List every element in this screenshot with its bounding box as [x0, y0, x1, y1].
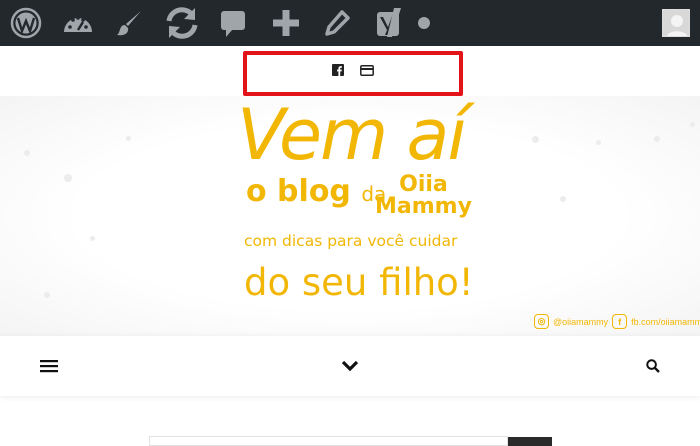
- brand-name: Oiia Mammy: [375, 172, 472, 219]
- wordpress-logo-icon[interactable]: [8, 0, 44, 46]
- updates-icon[interactable]: [162, 0, 202, 46]
- credit-card-icon[interactable]: [360, 63, 374, 81]
- instagram-handle: @oiiamammy: [553, 316, 609, 327]
- new-content-plus-icon[interactable]: [268, 0, 304, 46]
- facebook-small-icon: f: [612, 314, 628, 329]
- banner-credits: ◎ @oiiamammy f fb.com/oiiamammy: [534, 314, 700, 329]
- hamburger-menu-icon[interactable]: [36, 336, 62, 396]
- search-icon[interactable]: [640, 336, 666, 396]
- admin-toolbar: [0, 0, 700, 46]
- user-avatar[interactable]: [661, 0, 691, 46]
- dashboard-icon[interactable]: [60, 0, 96, 46]
- banner-line-child: do seu filho!: [244, 261, 474, 304]
- facebook-handle: fb.com/oiiamammy: [631, 316, 700, 327]
- banner-headline: Vem aí: [237, 96, 467, 176]
- search-input[interactable]: [149, 436, 508, 446]
- main-navigation: [0, 336, 700, 396]
- status-dot-icon[interactable]: [414, 0, 434, 46]
- banner-line-tips: com dicas para você cuidar: [244, 232, 458, 250]
- social-links-highlight: [243, 51, 463, 96]
- header-banner: Vem aí o blog da Oiia Mammy com dicas pa…: [0, 96, 700, 336]
- comments-icon[interactable]: [218, 0, 248, 46]
- yoast-seo-icon[interactable]: [372, 0, 408, 46]
- edit-pencil-icon[interactable]: [322, 0, 352, 46]
- search-form: [149, 436, 553, 446]
- banner-line-blog: o blog da: [246, 174, 387, 209]
- customize-brush-icon[interactable]: [113, 0, 147, 46]
- instagram-icon: ◎: [534, 314, 549, 329]
- chevron-down-icon[interactable]: [336, 336, 364, 396]
- facebook-icon[interactable]: [332, 63, 344, 81]
